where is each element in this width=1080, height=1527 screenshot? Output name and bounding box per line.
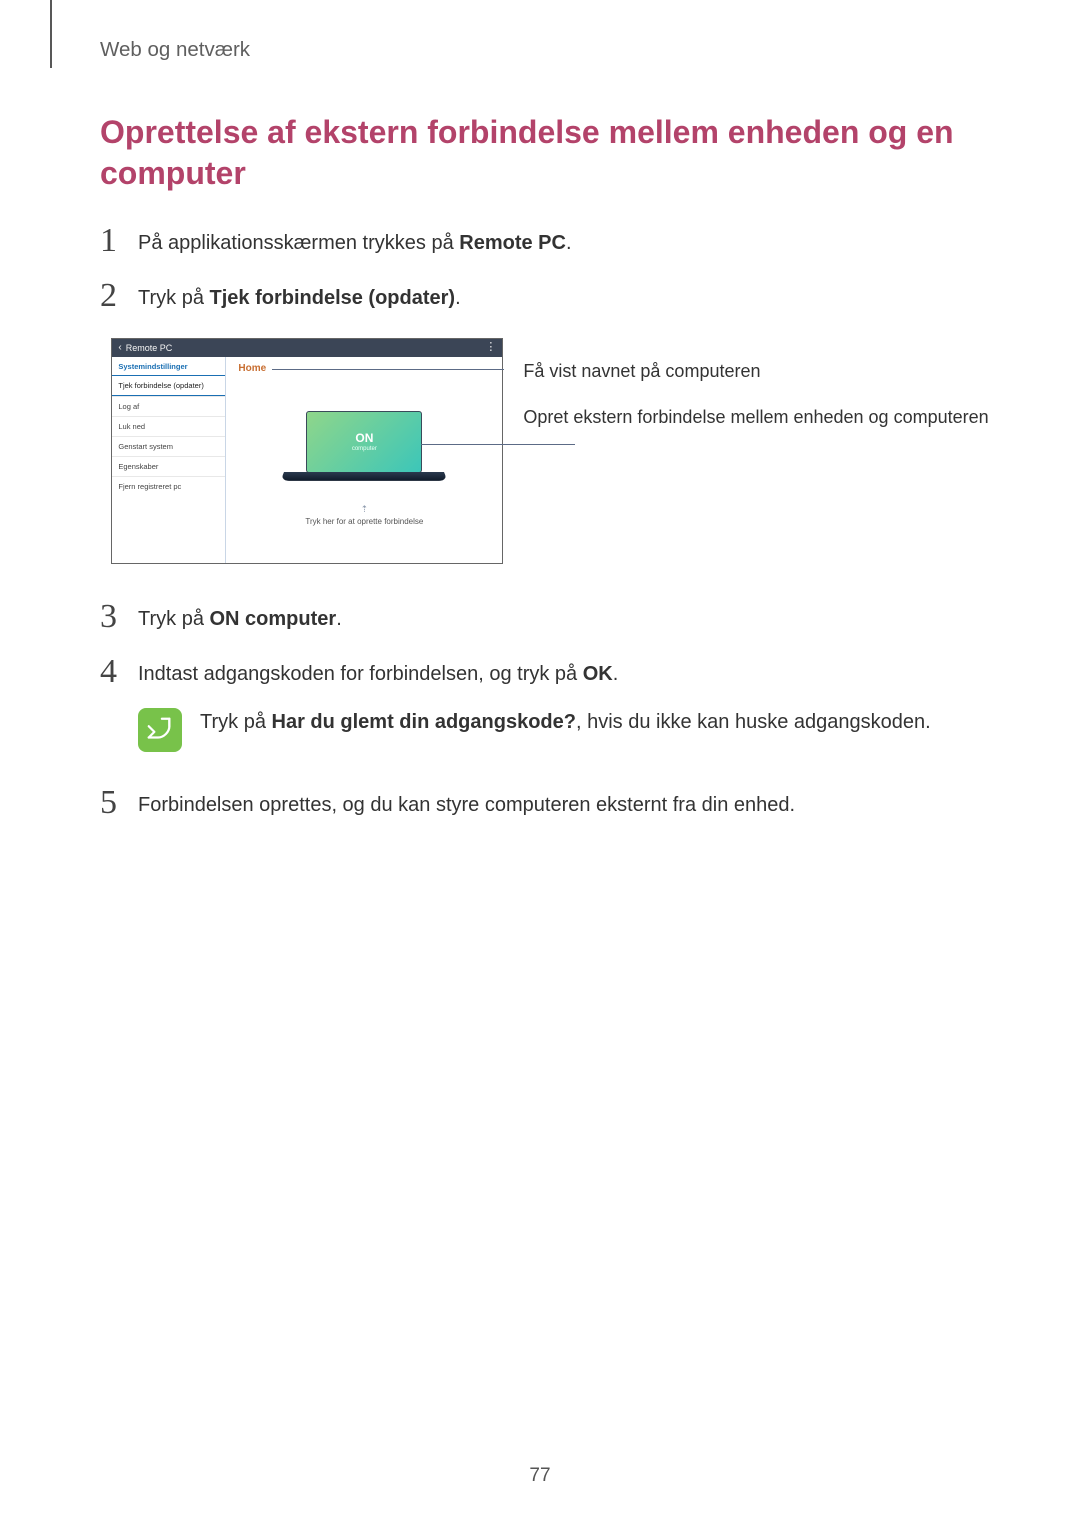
step-2: 2 Tryk på Tjek forbindelse (opdater).: [100, 277, 1000, 312]
callout-computer-name: Få vist navnet på computeren: [523, 360, 988, 383]
note-text: Tryk på Har du glemt din adgangskode?, h…: [200, 708, 931, 736]
step-text-post: .: [336, 608, 342, 630]
sidebar-heading: Systemindstillinger: [112, 357, 225, 375]
step-text-pre: Indtast adgangskoden for forbindelsen, o…: [138, 663, 583, 685]
main-pane: Home ON computer ⇡ Tryk her for at opret…: [226, 357, 502, 563]
step-3: 3 Tryk på ON computer.: [100, 598, 1000, 633]
step-text-pre: På applikationsskærmen trykkes på: [138, 232, 459, 254]
screen-sub-text: computer: [352, 446, 377, 452]
step-1: 1 På applikationsskærmen trykkes på Remo…: [100, 222, 1000, 257]
note-post: , hvis du ikke kan huske adgangskoden.: [576, 711, 931, 733]
figure: ‹ Remote PC ⋮ Systemindstillinger Tjek f…: [100, 338, 1000, 564]
laptop-base: [281, 472, 448, 481]
step-number: 1: [100, 224, 138, 258]
callout-create-connection: Opret ekstern forbindelse mellem enheden…: [523, 406, 988, 429]
laptop-graphic: ON computer: [306, 411, 422, 484]
step-text-post: .: [613, 663, 619, 685]
sidebar-item-remove-pc[interactable]: Fjern registreret pc: [112, 476, 225, 496]
step-number: 2: [100, 279, 138, 313]
sidebar-item-check-connection[interactable]: Tjek forbindelse (opdater): [112, 375, 225, 396]
section-header: Web og netværk: [100, 38, 1000, 62]
note-bold: Har du glemt din adgangskode?: [272, 711, 576, 733]
step-text-post: .: [455, 287, 461, 309]
on-computer-button[interactable]: ON computer: [306, 411, 422, 473]
window-title: Remote PC: [126, 343, 173, 353]
step-text: Tryk på ON computer.: [138, 605, 342, 633]
step-text-pre: Tryk på: [138, 287, 210, 309]
step-number: 3: [100, 600, 138, 634]
kebab-menu-icon[interactable]: ⋮: [485, 342, 496, 353]
step-text: Forbindelsen oprettes, og du kan styre c…: [138, 791, 795, 819]
sidebar-item-shutdown[interactable]: Luk ned: [112, 416, 225, 436]
step-4: 4 Indtast adgangskoden for forbindelsen,…: [100, 653, 1000, 688]
step-text-bold: Remote PC: [459, 232, 566, 254]
step-text-bold: Tjek forbindelse (opdater): [210, 287, 456, 309]
home-label: Home: [238, 363, 266, 374]
note: Tryk på Har du glemt din adgangskode?, h…: [138, 708, 1000, 752]
note-icon: [138, 708, 182, 752]
hint-text: Tryk her for at oprette forbindelse: [305, 517, 423, 526]
step-number: 4: [100, 655, 138, 689]
remote-pc-window: ‹ Remote PC ⋮ Systemindstillinger Tjek f…: [111, 338, 503, 564]
step-number: 5: [100, 786, 138, 820]
step-text-bold: OK: [583, 663, 613, 685]
step-5: 5 Forbindelsen oprettes, og du kan styre…: [100, 784, 1000, 819]
page-number: 77: [0, 1465, 1080, 1487]
sidebar: Systemindstillinger Tjek forbindelse (op…: [112, 357, 226, 563]
step-text: Indtast adgangskoden for forbindelsen, o…: [138, 660, 618, 688]
sidebar-item-logout[interactable]: Log af: [112, 396, 225, 416]
left-margin-rule: [50, 0, 52, 68]
up-arrow-icon: ⇡: [361, 504, 369, 515]
sidebar-item-restart[interactable]: Genstart system: [112, 436, 225, 456]
callouts: Få vist navnet på computeren Opret ekste…: [523, 338, 988, 429]
page-title: Oprettelse af ekstern forbindelse mellem…: [100, 112, 1000, 194]
step-text-pre: Tryk på: [138, 608, 210, 630]
step-text-post: .: [566, 232, 572, 254]
step-text: På applikationsskærmen trykkes på Remote…: [138, 229, 572, 257]
note-pre: Tryk på: [200, 711, 272, 733]
back-icon[interactable]: ‹: [118, 342, 121, 353]
titlebar: ‹ Remote PC ⋮: [112, 339, 502, 357]
step-text: Tryk på Tjek forbindelse (opdater).: [138, 284, 461, 312]
step-text-bold: ON computer: [210, 608, 337, 630]
sidebar-item-properties[interactable]: Egenskaber: [112, 456, 225, 476]
screen-on-text: ON: [355, 431, 373, 445]
